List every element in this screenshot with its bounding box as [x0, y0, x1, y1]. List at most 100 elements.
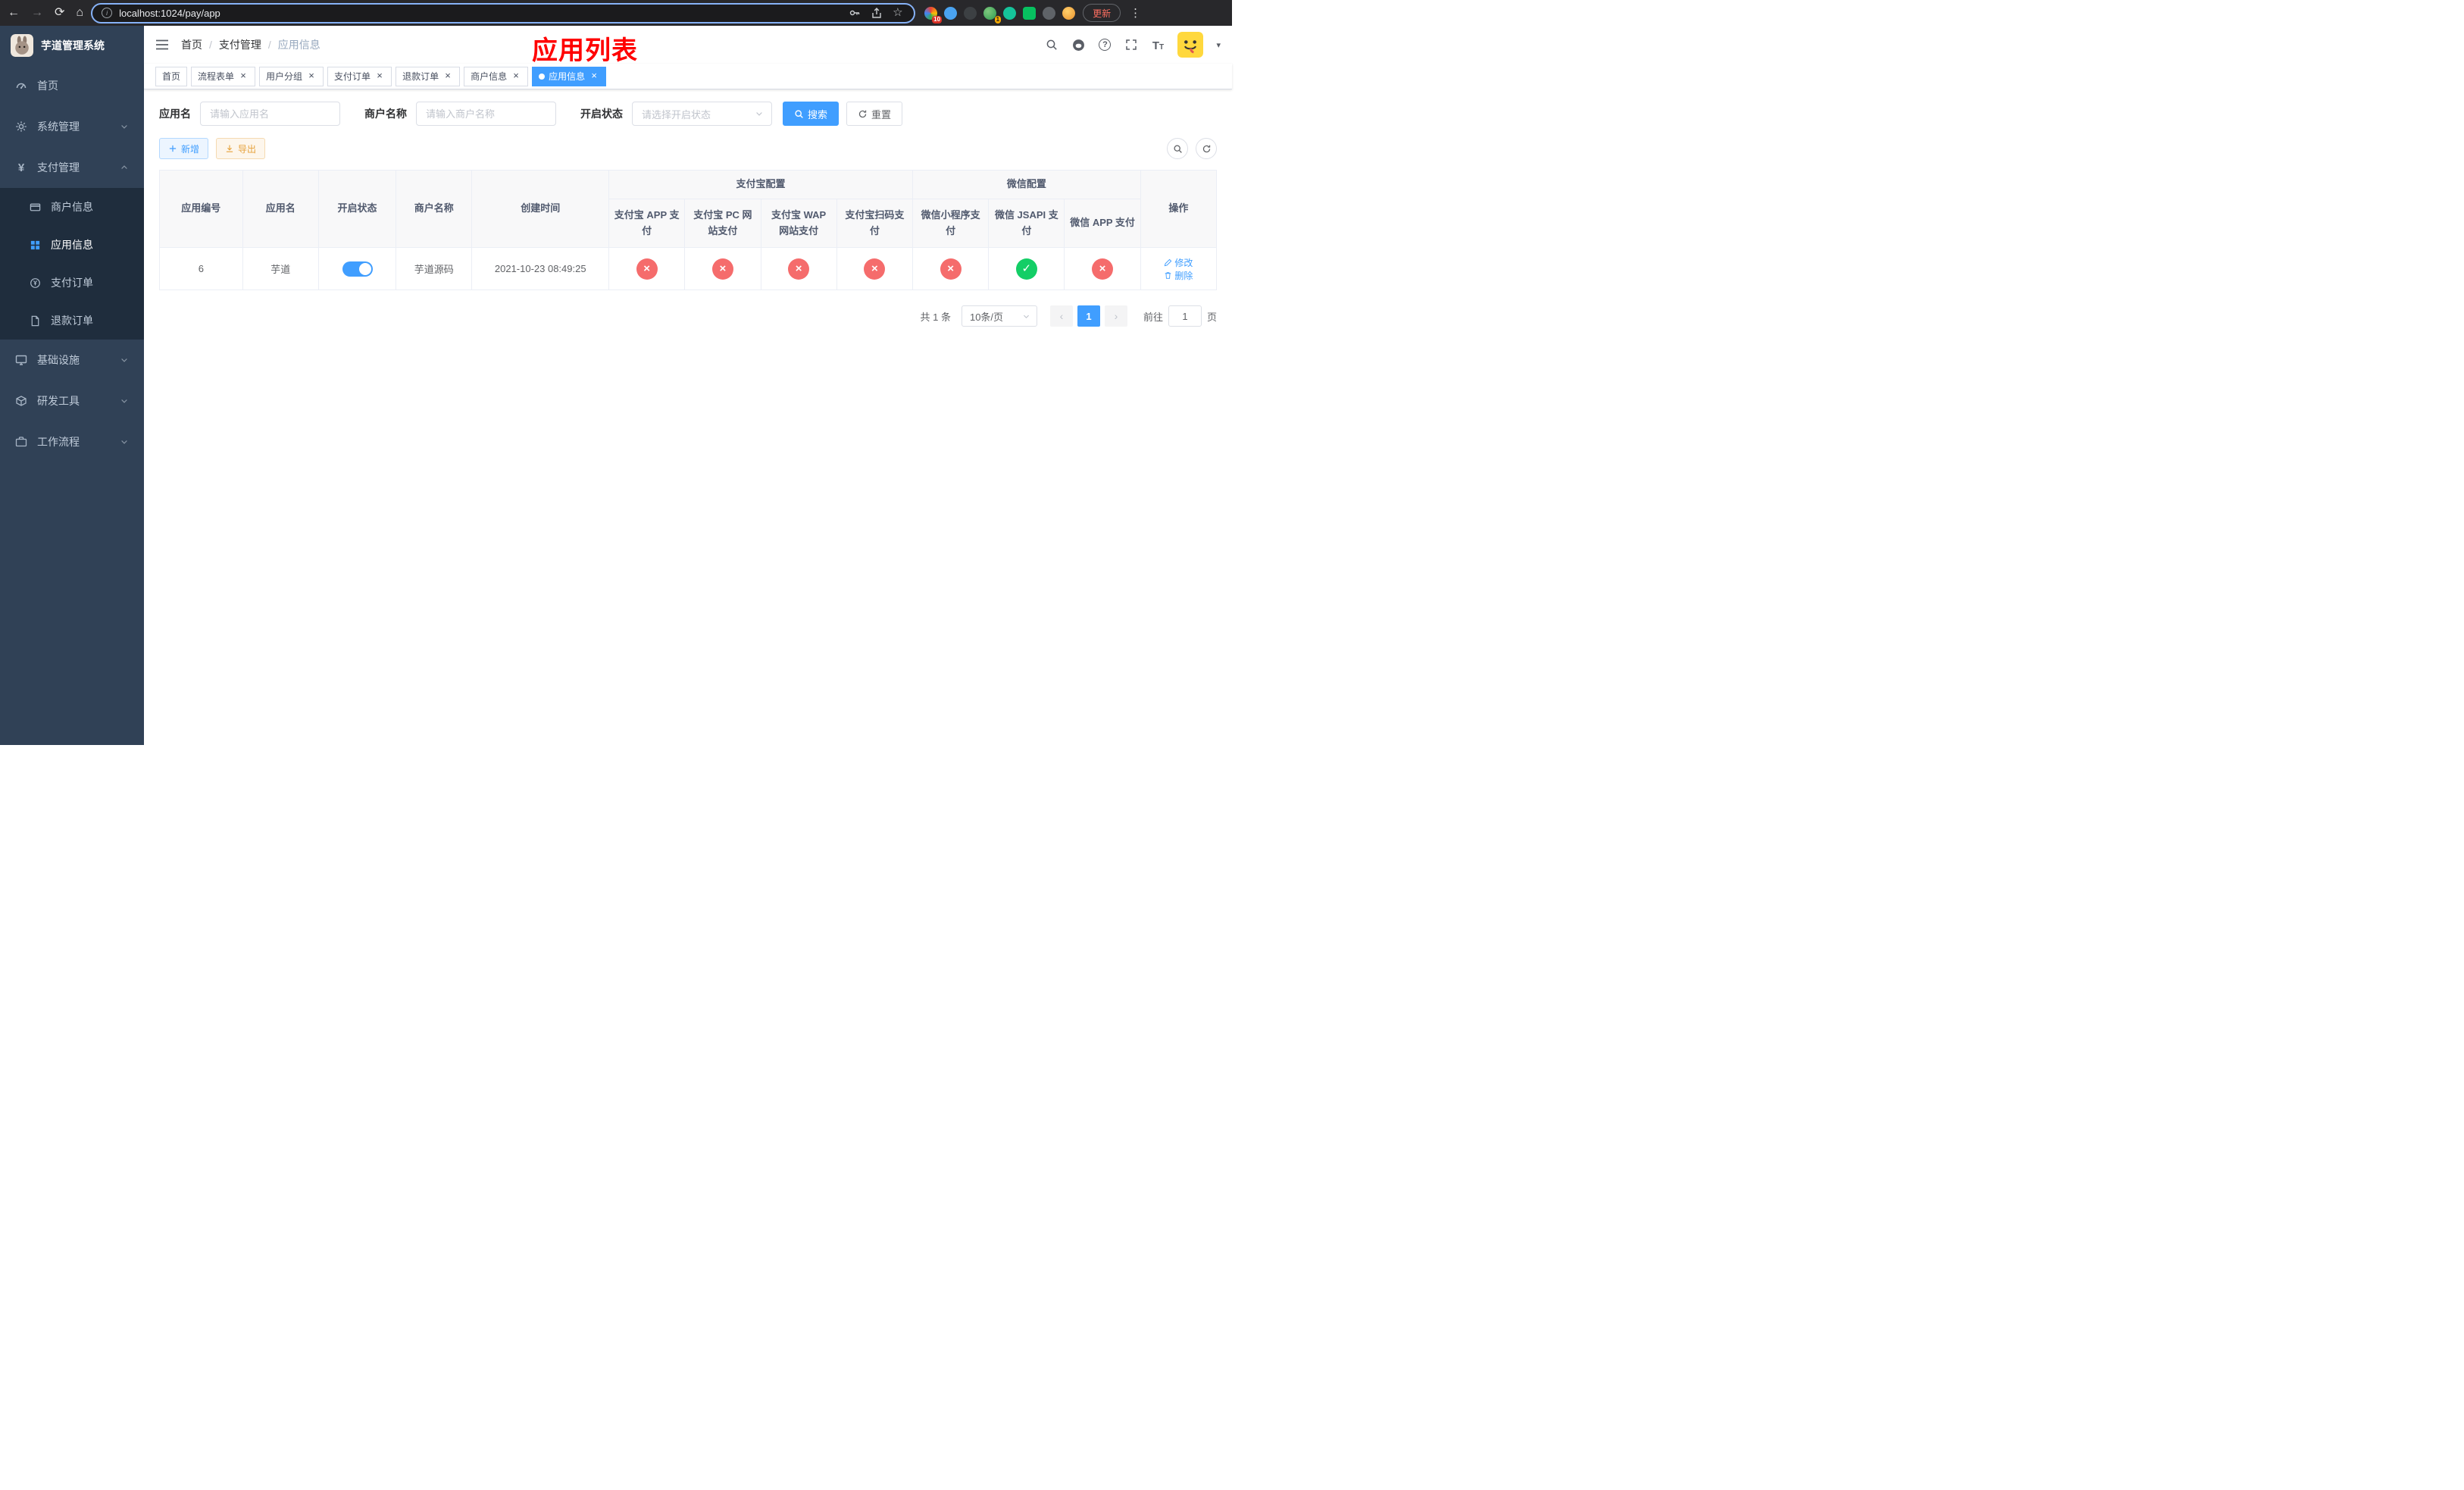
tab-label: 流程表单 — [198, 71, 235, 82]
col-wechat-jsapi: 微信 JSAPI 支付 — [988, 199, 1065, 248]
wechat-app-status-icon: × — [1092, 258, 1114, 280]
search-icon[interactable] — [1045, 38, 1058, 52]
close-icon[interactable]: × — [306, 70, 317, 82]
merchant-name-input[interactable] — [416, 102, 556, 126]
sidebar-toggle-icon[interactable] — [155, 39, 169, 51]
app-table: 应用编号 应用名 开启状态 商户名称 创建时间 支付宝配置 微信配置 操作 支付… — [159, 170, 1218, 290]
bookmark-star-icon[interactable]: ☆ — [893, 7, 905, 19]
extension-icon-face[interactable] — [1062, 6, 1076, 20]
back-icon[interactable]: ← — [8, 7, 20, 19]
status-select[interactable]: 请选择开启状态 — [632, 102, 772, 126]
help-icon[interactable]: ? — [1098, 38, 1112, 52]
table-toolbar: 新增 导出 — [159, 138, 1217, 159]
pagination-total: 共 1 条 — [920, 311, 951, 323]
url-text: localhost:1024/pay/app — [119, 7, 220, 19]
tab-home[interactable]: 首页 — [155, 66, 188, 86]
toggle-search-button[interactable] — [1167, 138, 1188, 159]
app-name-label: 应用名 — [159, 108, 191, 120]
alipay-app-status-icon: × — [636, 258, 658, 280]
col-alipay-app: 支付宝 APP 支付 — [608, 199, 686, 248]
extension-icon-dark[interactable] — [964, 6, 977, 20]
search-button[interactable]: 搜索 — [783, 102, 840, 126]
sidebar-item-infrastructure[interactable]: 基础设施 — [0, 340, 144, 380]
logo-avatar-icon — [11, 34, 33, 57]
close-icon[interactable]: × — [374, 70, 385, 82]
app-logo[interactable]: 芋道管理系统 — [0, 26, 144, 65]
sidebar-item-label: 支付订单 — [51, 277, 93, 289]
browser-nav-buttons: ← → ⟳ ⌂ — [8, 7, 83, 19]
tab-app-info[interactable]: 应用信息 × — [532, 66, 607, 86]
wechat-mini-status-icon: × — [940, 258, 962, 280]
avatar-caret-icon[interactable]: ▾ — [1216, 40, 1221, 50]
tab-user-group[interactable]: 用户分组 × — [259, 66, 324, 86]
next-page-button[interactable]: › — [1104, 305, 1127, 327]
browser-menu-icon[interactable]: ⋮ — [1128, 6, 1143, 20]
cell-wechat-app: × — [1064, 247, 1141, 290]
app-name-input[interactable] — [200, 102, 340, 126]
tab-refund-order[interactable]: 退款订单 × — [396, 66, 461, 86]
circled-yen-icon — [29, 277, 41, 289]
font-size-icon[interactable]: TT — [1151, 38, 1165, 52]
github-icon[interactable] — [1071, 38, 1085, 52]
extension-icon-blue[interactable] — [944, 6, 958, 20]
password-key-icon[interactable] — [849, 7, 861, 19]
cell-app-name: 芋道 — [242, 247, 319, 290]
sidebar-item-system[interactable]: 系统管理 — [0, 106, 144, 147]
breadcrumb-home[interactable]: 首页 — [181, 37, 202, 52]
tab-pay-order[interactable]: 支付订单 × — [327, 66, 392, 86]
col-wechat-mini: 微信小程序支付 — [911, 199, 990, 248]
sidebar-subitem-merchant-info[interactable]: 商户信息 — [0, 188, 144, 226]
refresh-icon — [858, 109, 868, 119]
fullscreen-icon[interactable] — [1124, 38, 1138, 52]
extension-icon-colorful[interactable]: 10 — [924, 6, 943, 23]
sidebar-item-home[interactable]: 首页 — [0, 65, 144, 106]
site-info-icon[interactable]: i — [102, 8, 113, 18]
page-size-value: 10条/页 — [969, 311, 1004, 323]
close-icon[interactable]: × — [511, 70, 521, 82]
sidebar-item-devtools[interactable]: 研发工具 — [0, 380, 144, 421]
tab-label: 应用信息 — [549, 71, 586, 82]
tab-merchant-info[interactable]: 商户信息 × — [464, 66, 529, 86]
alipay-qr-status-icon: × — [864, 258, 886, 280]
share-icon[interactable] — [871, 7, 883, 19]
cell-wechat-mini: × — [911, 247, 990, 290]
refresh-table-button[interactable] — [1196, 138, 1217, 159]
status-toggle[interactable] — [342, 261, 373, 277]
chevron-up-icon — [120, 163, 129, 172]
page-number-button[interactable]: 1 — [1077, 305, 1100, 327]
delete-link[interactable]: 删除 — [1164, 269, 1193, 282]
status-label: 开启状态 — [580, 108, 623, 120]
user-avatar[interactable] — [1177, 32, 1204, 58]
extension-icon-pin[interactable] — [1043, 6, 1056, 20]
breadcrumb-payment[interactable]: 支付管理 — [219, 37, 261, 52]
forward-icon[interactable]: → — [31, 7, 43, 19]
close-icon[interactable]: × — [238, 70, 249, 82]
close-icon[interactable]: × — [589, 70, 599, 82]
reset-button[interactable]: 重置 — [846, 102, 903, 126]
home-icon[interactable]: ⌂ — [76, 7, 83, 19]
address-bar[interactable]: i localhost:1024/pay/app ☆ — [91, 2, 916, 23]
extension-icon-green-badged[interactable]: 1 — [983, 6, 1002, 23]
goto-page-input[interactable] — [1168, 305, 1202, 327]
grid-icon — [29, 239, 41, 251]
sidebar-item-payment[interactable]: ¥ 支付管理 — [0, 147, 144, 188]
page-size-select[interactable]: 10条/页 — [961, 305, 1037, 327]
edit-link[interactable]: 修改 — [1164, 256, 1193, 269]
chevron-down-icon — [120, 437, 129, 446]
browser-update-button[interactable]: 更新 — [1083, 4, 1121, 22]
reload-icon[interactable]: ⟳ — [55, 7, 64, 19]
box-icon — [15, 395, 27, 407]
sidebar-subitem-app-info[interactable]: 应用信息 — [0, 226, 144, 264]
sidebar-subitem-refund-order[interactable]: 退款订单 — [0, 302, 144, 340]
col-group-alipay: 支付宝配置 — [608, 170, 913, 199]
sidebar-item-workflow[interactable]: 工作流程 — [0, 421, 144, 462]
prev-page-button[interactable]: ‹ — [1049, 305, 1073, 327]
add-button[interactable]: 新增 — [159, 138, 209, 159]
close-icon[interactable]: × — [442, 70, 453, 82]
extension-icon-wechat-devtools[interactable] — [1023, 6, 1037, 20]
export-button[interactable]: 导出 — [216, 138, 266, 159]
tab-process-form[interactable]: 流程表单 × — [191, 66, 256, 86]
extension-icon-green-check[interactable] — [1003, 6, 1017, 20]
extension-badge: 10 — [932, 15, 943, 23]
sidebar-subitem-pay-order[interactable]: 支付订单 — [0, 264, 144, 302]
